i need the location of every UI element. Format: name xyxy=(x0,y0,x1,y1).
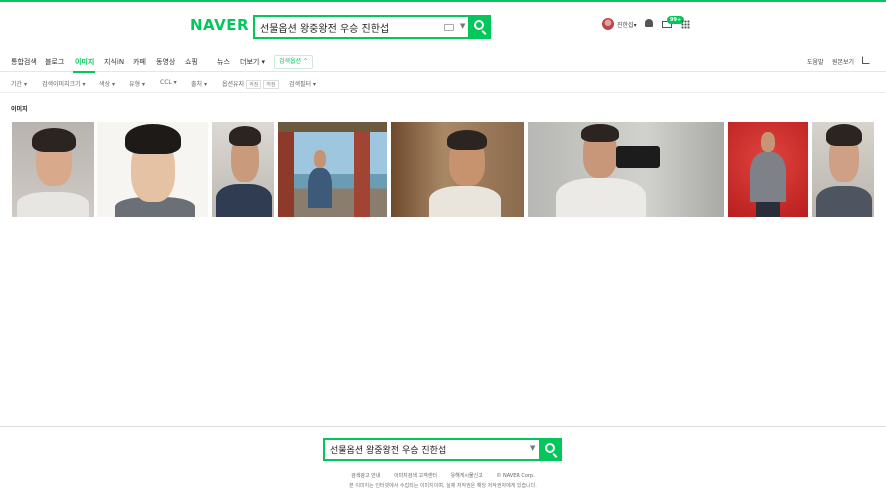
footer-links: 검색광고 안내 이미지검색 고객센터 유해게시물신고 © NAVER Corp. xyxy=(0,472,886,479)
footer-copyright: © NAVER Corp. xyxy=(496,473,535,479)
search-query[interactable]: 선물옵션 왕중왕전 우승 진한섭 xyxy=(260,20,389,35)
image-result-1[interactable] xyxy=(12,122,94,217)
tab-shopping[interactable]: 쇼핑 xyxy=(185,57,198,67)
tab-kin[interactable]: 지식iN xyxy=(104,57,124,67)
share-icon[interactable] xyxy=(862,56,870,64)
tab-news[interactable]: 뉴스 xyxy=(217,57,230,67)
filter-bar: 기간 ▾ 검색이미지크기 ▾ 색상 ▾ 유형 ▾ CCL ▾ 출처 ▾ 옵션유지… xyxy=(0,73,886,93)
footer-link-support[interactable]: 이미지검색 고객센터 xyxy=(394,473,437,479)
naver-logo[interactable]: NAVER xyxy=(190,16,249,34)
help-link[interactable]: 도움말 xyxy=(807,57,824,66)
filter-search-filter[interactable]: 검색필터 ▾ xyxy=(289,79,316,88)
filter-period[interactable]: 기간 ▾ xyxy=(11,79,27,88)
footer-link-ads[interactable]: 검색광고 안내 xyxy=(351,473,380,479)
keyboard-icon[interactable] xyxy=(444,24,454,31)
avatar[interactable] xyxy=(602,18,614,30)
tab-bar: 통합검색 블로그 이미지 지식iN 카페 동영상 쇼핑 뉴스 더보기 ▾ 검색옵… xyxy=(0,52,886,73)
footer: 선물옵션 왕중왕전 우승 진한섭 ▼ 검색광고 안내 이미지검색 고객센터 유해… xyxy=(0,426,886,501)
bell-icon[interactable] xyxy=(645,19,653,27)
footer-note: 본 이미지는 인터넷에서 수집되는 이미지이며, 실제 저작권은 해당 저작권자… xyxy=(349,483,537,489)
tab-cafe[interactable]: 카페 xyxy=(133,57,146,67)
tab-more[interactable]: 더보기 ▾ xyxy=(240,57,265,67)
filter-option-keep[interactable]: 옵션유지 켜짐 꺼짐 xyxy=(222,79,279,89)
section-title: 이미지 xyxy=(11,106,28,113)
image-result-2[interactable] xyxy=(97,122,208,217)
footer-search-input[interactable]: 선물옵션 왕중왕전 우승 진한섭 ▼ xyxy=(323,438,539,461)
image-result-8[interactable] xyxy=(812,122,874,217)
header: NAVER 선물옵션 왕중왕전 우승 진한섭 ▼ 진한섭▾ 99+ xyxy=(0,2,886,48)
tab-integrated[interactable]: 통합검색 xyxy=(11,57,37,67)
image-result-6[interactable] xyxy=(528,122,724,217)
image-result-4[interactable] xyxy=(278,122,387,217)
filter-source[interactable]: 출처 ▾ xyxy=(191,79,207,88)
chevron-down-icon[interactable]: ▼ xyxy=(530,444,535,452)
image-result-5[interactable] xyxy=(391,122,524,217)
tab-blog[interactable]: 블로그 xyxy=(45,57,64,67)
footer-search-query[interactable]: 선물옵션 왕중왕전 우승 진한섭 xyxy=(330,443,446,456)
username[interactable]: 진한섭▾ xyxy=(617,20,637,29)
apps-grid-icon[interactable] xyxy=(681,20,690,29)
footer-search-button[interactable] xyxy=(539,438,562,461)
search-icon xyxy=(545,443,555,453)
image-result-7[interactable] xyxy=(728,122,808,217)
filter-color[interactable]: 색상 ▾ xyxy=(99,79,115,88)
filter-size[interactable]: 검색이미지크기 ▾ xyxy=(42,79,86,88)
search-icon xyxy=(474,20,484,30)
search-option-button[interactable]: 검색옵션 ^ xyxy=(274,55,313,69)
footer-link-report[interactable]: 유해게시물신고 xyxy=(451,473,483,479)
filter-type[interactable]: 유형 ▾ xyxy=(129,79,145,88)
filter-ccl[interactable]: CCL ▾ xyxy=(160,79,177,86)
chip-off[interactable]: 꺼짐 xyxy=(263,80,279,89)
image-result-3[interactable] xyxy=(212,122,274,217)
tab-image[interactable]: 이미지 xyxy=(75,57,94,67)
search-input[interactable]: 선물옵션 왕중왕전 우승 진한섭 ▼ xyxy=(253,15,491,39)
chip-on[interactable]: 켜짐 xyxy=(246,80,262,89)
chevron-down-icon[interactable]: ▼ xyxy=(460,22,465,30)
search-button[interactable] xyxy=(468,15,491,39)
original-view-link[interactable]: 원본보기 xyxy=(832,57,854,66)
tab-video[interactable]: 동영상 xyxy=(156,57,175,67)
